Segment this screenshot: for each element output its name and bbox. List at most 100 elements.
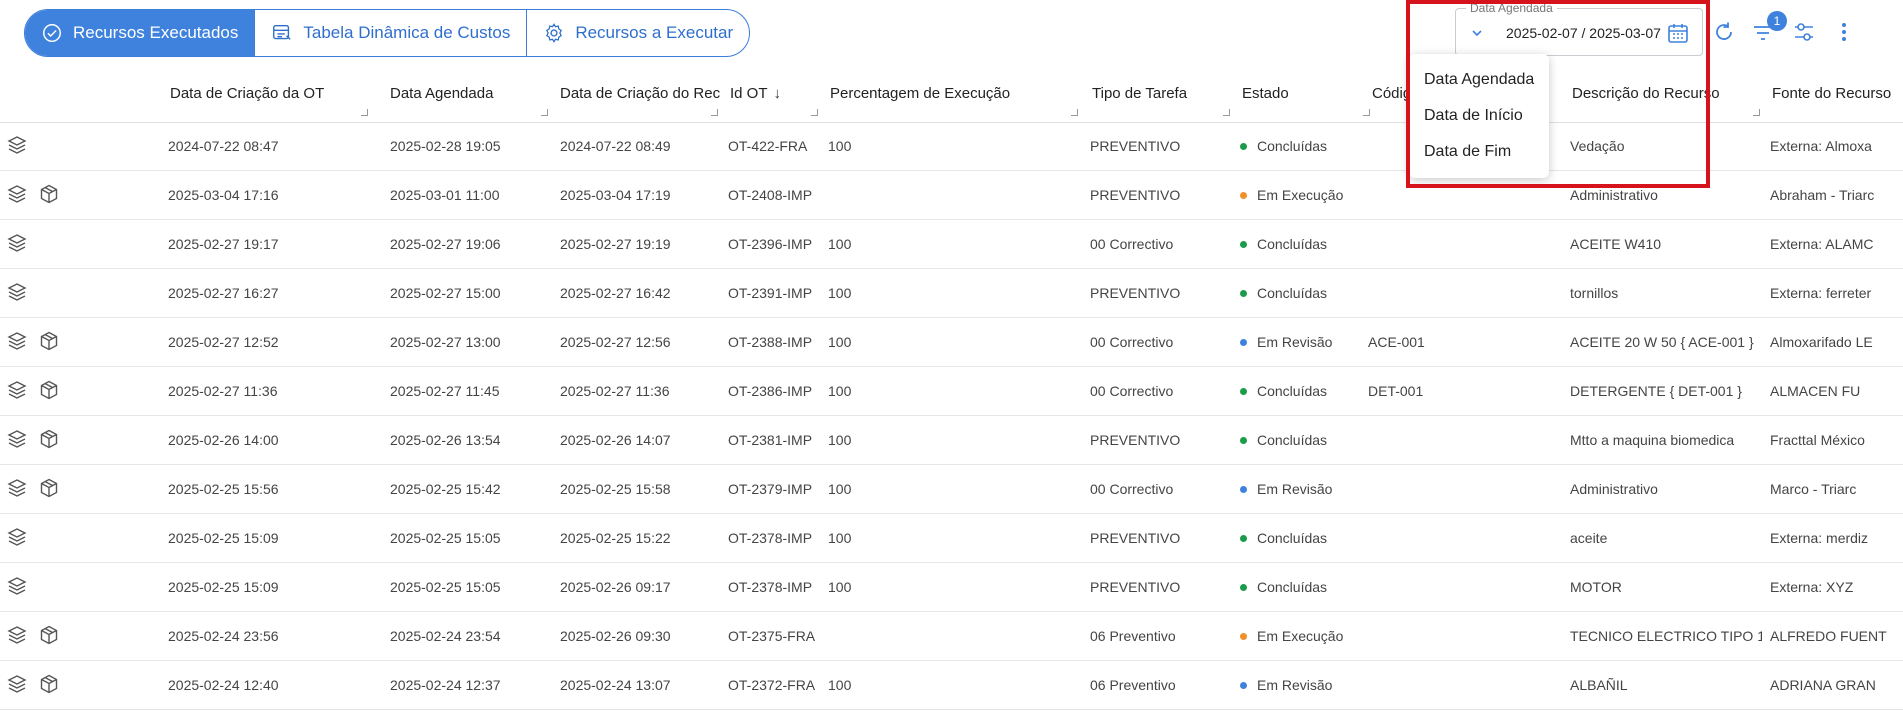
status-text: Concluídas	[1257, 383, 1328, 399]
column-header-task-type[interactable]: Tipo de Tarefa	[1092, 70, 1232, 122]
cell-code	[1368, 465, 1468, 513]
refresh-icon[interactable]	[1712, 20, 1736, 44]
cell-rec-created: 2025-02-27 12:56	[560, 334, 671, 350]
resize-handle[interactable]	[541, 109, 548, 116]
package-icon[interactable]	[38, 673, 60, 695]
table-row[interactable]: 2025-02-27 16:27 2025-02-27 15:00 2025-02-…	[0, 269, 1903, 318]
package-icon[interactable]	[38, 330, 60, 352]
status-text: Concluídas	[1257, 138, 1328, 154]
column-header-id-ot[interactable]: Id OT ↓	[730, 70, 820, 122]
table-row[interactable]: 2025-02-27 12:52 2025-02-27 13:00 2025-02-…	[0, 318, 1903, 367]
tab-tabela-dinamica[interactable]: Tabela Dinâmica de Custos	[255, 10, 528, 56]
layers-icon[interactable]	[6, 232, 28, 254]
date-range-field[interactable]: Data Agendada 2025-02-07 / 2025-03-07	[1455, 1, 1703, 56]
table-row[interactable]: 2025-02-25 15:56 2025-02-25 15:42 2025-02-…	[0, 465, 1903, 514]
cell-rec-created: 2025-02-26 14:07	[560, 432, 671, 448]
tab-label: Recursos Executados	[73, 23, 239, 42]
layers-icon[interactable]	[6, 477, 28, 499]
layers-icon[interactable]	[6, 575, 28, 597]
cell-description: Administrativo	[1570, 481, 1658, 497]
cell-id-ot: OT-2388-IMP	[728, 334, 813, 350]
table-row[interactable]: 2025-02-27 11:36 2025-02-27 11:45 2025-02-…	[0, 367, 1903, 416]
layers-icon[interactable]	[6, 379, 28, 401]
table-row[interactable]: 2025-02-25 15:09 2025-02-25 15:05 2025-02-…	[0, 514, 1903, 563]
cell-rec-created: 2025-02-27 11:36	[560, 383, 670, 399]
cell-percentage: 100	[828, 285, 852, 301]
status-dot	[1240, 632, 1247, 640]
cell-rec-created: 2025-02-26 09:17	[560, 579, 671, 595]
table-row[interactable]: 2025-02-24 23:56 2025-02-24 23:54 2025-02-…	[0, 612, 1903, 661]
status-text: Em Execução	[1257, 628, 1344, 644]
table-row[interactable]: 2025-02-26 14:00 2025-02-26 13:54 2025-02-…	[0, 416, 1903, 465]
menu-item-data-fim[interactable]: Data de Fim	[1409, 134, 1549, 170]
layers-icon[interactable]	[6, 624, 28, 646]
menu-item-data-inicio[interactable]: Data de Início	[1409, 98, 1549, 134]
cell-source: Almoxarifado LE	[1770, 334, 1873, 350]
column-header-label: Percentagem de Execução	[830, 85, 1011, 102]
resize-handle[interactable]	[1223, 109, 1230, 116]
column-header-rec-created[interactable]: Data de Criação do Rec...	[560, 70, 720, 122]
column-header-status[interactable]: Estado	[1242, 70, 1372, 122]
resize-handle[interactable]	[1071, 109, 1078, 116]
cell-task-type: 00 Correctivo	[1090, 334, 1174, 350]
status-dot	[1240, 436, 1247, 444]
calendar-icon[interactable]	[1666, 21, 1690, 45]
column-header-label: Estado	[1242, 85, 1289, 102]
cell-id-ot: OT-2381-IMP	[728, 432, 813, 448]
cell-percentage: 100	[828, 530, 852, 546]
column-header-label: Data de Criação do Rec...	[560, 85, 720, 102]
package-icon[interactable]	[38, 477, 60, 499]
cell-rec-created: 2025-02-27 19:19	[560, 236, 671, 252]
menu-item-data-agendada[interactable]: Data Agendada	[1409, 62, 1549, 98]
status-dot	[1240, 240, 1247, 248]
column-header-source[interactable]: Fonte do Recurso	[1772, 70, 1903, 122]
view-tabs: Recursos Executados Tabela Dinâmica de C…	[24, 9, 751, 57]
package-icon[interactable]	[38, 379, 60, 401]
cell-rec-created: 2025-02-24 13:07	[560, 677, 671, 693]
layers-icon[interactable]	[6, 428, 28, 450]
resize-handle[interactable]	[1363, 109, 1370, 116]
layers-icon[interactable]	[6, 526, 28, 548]
cell-scheduled: 2025-02-24 12:37	[390, 677, 501, 693]
resize-handle[interactable]	[811, 109, 818, 116]
cell-task-type: PREVENTIVO	[1090, 138, 1181, 154]
more-vertical-icon[interactable]	[1832, 20, 1856, 44]
package-icon[interactable]	[38, 428, 60, 450]
column-header-created[interactable]: Data de Criação da OT	[170, 70, 370, 122]
cell-rec-created: 2025-02-25 15:58	[560, 481, 671, 497]
layers-icon[interactable]	[6, 183, 28, 205]
cell-id-ot: OT-2386-IMP	[728, 383, 813, 399]
resize-handle[interactable]	[361, 109, 368, 116]
status-dot	[1240, 289, 1247, 297]
table-row[interactable]: 2025-03-04 17:16 2025-03-01 11:00 2025-03-…	[0, 171, 1903, 220]
cell-id-ot: OT-2408-IMP	[728, 187, 813, 203]
resize-handle[interactable]	[1753, 109, 1760, 116]
column-header-label: Descrição do Recurso	[1572, 85, 1720, 102]
package-icon[interactable]	[38, 183, 60, 205]
resize-handle[interactable]	[711, 109, 718, 116]
cell-description: Administrativo	[1570, 187, 1658, 203]
layers-icon[interactable]	[6, 134, 28, 156]
columns-settings-icon[interactable]	[1792, 20, 1816, 44]
cell-status: Concluídas	[1240, 514, 1370, 562]
column-header-description[interactable]: Descrição do Recurso	[1572, 70, 1762, 122]
column-header-scheduled[interactable]: Data Agendada	[390, 70, 550, 122]
table-row[interactable]: 2024-07-22 08:47 2025-02-28 19:05 2024-07-…	[0, 122, 1903, 171]
cell-percentage: 100	[828, 334, 852, 350]
table-row[interactable]: 2025-02-27 19:17 2025-02-27 19:06 2025-02-…	[0, 220, 1903, 269]
cell-status: Em Execução	[1240, 612, 1370, 660]
table-row[interactable]: 2025-02-25 15:09 2025-02-25 15:05 2025-02-…	[0, 563, 1903, 612]
cell-rec-created: 2025-02-25 15:22	[560, 530, 671, 546]
table-row[interactable]: 2025-02-24 12:40 2025-02-24 12:37 2025-02-…	[0, 661, 1903, 710]
column-header-percentage[interactable]: Percentagem de Execução	[830, 70, 1080, 122]
cell-description: DETERGENTE { DET-001 }	[1570, 383, 1742, 399]
tab-recursos-executados[interactable]: Recursos Executados	[25, 10, 256, 56]
layers-icon[interactable]	[6, 281, 28, 303]
chevron-down-icon[interactable]	[1470, 26, 1484, 40]
layers-icon[interactable]	[6, 673, 28, 695]
sort-down-icon[interactable]: ↓	[774, 70, 782, 118]
cell-code	[1368, 220, 1468, 268]
package-icon[interactable]	[38, 624, 60, 646]
tab-recursos-a-executar[interactable]: Recursos a Executar	[527, 10, 749, 56]
layers-icon[interactable]	[6, 330, 28, 352]
